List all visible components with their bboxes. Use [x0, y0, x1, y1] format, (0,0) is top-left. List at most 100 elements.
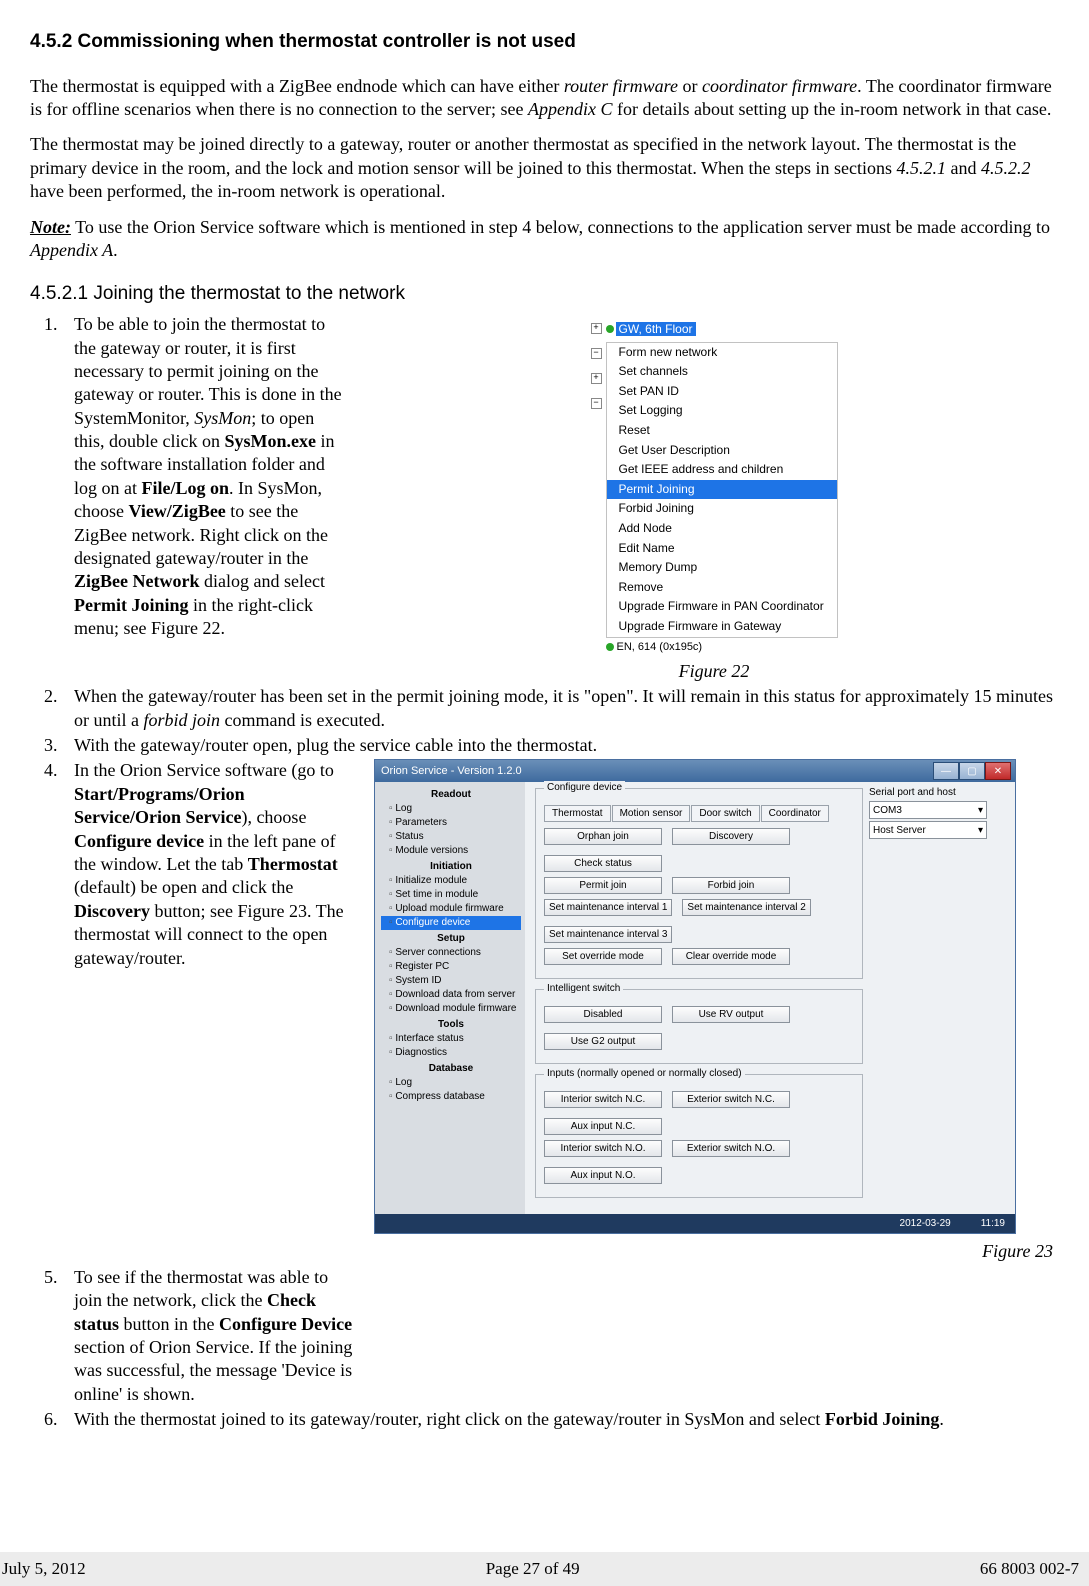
p1-mid: or [678, 76, 702, 96]
sidebar-item: Initialize module [381, 874, 521, 888]
sidebar-item: Server connections [381, 946, 521, 960]
s4-b4: Discovery [74, 901, 150, 921]
configure-device-group: Configure device ThermostatMotion sensor… [535, 788, 863, 979]
step-5-text: To see if the thermostat was able to joi… [74, 1266, 354, 1406]
figure-23: Orion Service - Version 1.2.0 — ▢ ✕ Read… [374, 759, 1016, 1234]
minimize-button: — [933, 762, 959, 780]
note-ital: Appendix A [30, 240, 113, 260]
step-2: When the gateway/router has been set in … [62, 685, 1059, 732]
p2-i1: 4.5.2.1 [897, 158, 947, 178]
footer-docid: 66 8003 002-7 [980, 1558, 1079, 1580]
ui-button: Set maintenance interval 3 [544, 926, 672, 943]
p1-a: The thermostat is equipped with a ZigBee… [30, 76, 564, 96]
s4-b1: Start/Programs/Orion Service/Orion Servi… [74, 784, 245, 827]
tab: Coordinator [761, 805, 829, 822]
window-titlebar: Orion Service - Version 1.2.0 — ▢ ✕ [375, 760, 1015, 782]
s6-b1: Forbid Joining [825, 1409, 940, 1429]
step-4-5-text: In the Orion Service software (go to Sta… [74, 759, 354, 970]
note-label: Note: [30, 217, 71, 237]
footer-page: Page 27 of 49 [486, 1558, 580, 1580]
host-value: Host Server [873, 824, 926, 837]
ui-button: Aux input N.O. [544, 1167, 662, 1184]
sidebar-group-title: Tools [381, 1018, 521, 1031]
sidebar-group-title: Database [381, 1062, 521, 1075]
context-menu-item: Upgrade Firmware in Gateway [607, 617, 837, 637]
step-6: With the thermostat joined to its gatewa… [62, 1408, 1059, 1431]
subsection-heading: 4.5.2.1 Joining the thermostat to the ne… [30, 282, 1059, 307]
ui-button: Disabled [544, 1006, 662, 1023]
serial-port-panel: Serial port and host COM3▾ Host Server▾ [869, 782, 1015, 1214]
ui-button: Orphan join [544, 828, 662, 845]
figure-23-caption: Figure 23 [374, 1240, 1053, 1263]
s2-i: forbid join [144, 710, 221, 730]
inputs-group: Inputs (normally opened or normally clos… [535, 1074, 863, 1198]
close-button: ✕ [985, 762, 1011, 780]
sidebar-item: Register PC [381, 960, 521, 974]
tree-child-label: EN, 614 (0x195c) [617, 640, 703, 654]
sidebar-item: Module versions [381, 844, 521, 858]
ui-button: Set maintenance interval 2 [682, 899, 810, 916]
p1-ital1: router firmware [564, 76, 678, 96]
tree-node-selected: GW, 6th Floor [616, 322, 696, 336]
paragraph-1: The thermostat is equipped with a ZigBee… [30, 75, 1059, 122]
paragraph-2: The thermostat may be joined directly to… [30, 133, 1059, 203]
s5-b: button in the [119, 1314, 219, 1334]
page-footer: July 5, 2012 Page 27 of 49 66 8003 002-7 [0, 1552, 1089, 1586]
tree-child-node: EN, 614 (0x195c) [606, 640, 838, 654]
ui-button: Check status [544, 855, 662, 872]
sidebar-item: Diagnostics [381, 1046, 521, 1060]
status-date: 2012-03-29 [900, 1217, 951, 1230]
context-menu-item: Set PAN ID [607, 382, 837, 402]
context-menu-item: Add Node [607, 519, 837, 539]
ui-button: Permit join [544, 877, 662, 894]
sidebar-item: System ID [381, 974, 521, 988]
s4-d: (default) be open and click the [74, 877, 293, 897]
s4-a: In the Orion Service software (go to [74, 760, 334, 780]
sidebar-item: Parameters [381, 816, 521, 830]
step-5: To see if the thermostat was able to joi… [62, 1266, 1059, 1406]
sidebar-item: Compress database [381, 1090, 521, 1104]
host-dropdown: Host Server ▾ [869, 821, 987, 839]
ui-button: Clear override mode [672, 948, 790, 965]
context-menu-item: Forbid Joining [607, 499, 837, 519]
com-value: COM3 [873, 804, 902, 817]
tab: Motion sensor [612, 805, 691, 822]
tree-collapse-icon: − [591, 398, 602, 409]
status-bar: 2012-03-29 11:19 [375, 1214, 1015, 1233]
ui-button: Exterior switch N.C. [672, 1091, 790, 1108]
figure-22-caption: Figure 22 [369, 660, 1059, 683]
s6-b: . [939, 1409, 944, 1429]
tree-collapse-icon: − [591, 348, 602, 359]
context-menu-item: Form new network [607, 343, 837, 363]
context-menu-item: Upgrade Firmware in PAN Coordinator [607, 597, 837, 617]
section-heading: 4.5.2 Commissioning when thermostat cont… [30, 30, 1059, 55]
sidebar-item: Interface status [381, 1032, 521, 1046]
window-title: Orion Service - Version 1.2.0 [381, 764, 522, 778]
tab: Door switch [691, 805, 759, 822]
ui-button: Set override mode [544, 948, 662, 965]
context-menu-item: Edit Name [607, 539, 837, 559]
p2-a: The thermostat may be joined directly to… [30, 134, 1016, 177]
chevron-down-icon: ▾ [978, 804, 983, 817]
com-port-dropdown: COM3 ▾ [869, 801, 987, 819]
sidebar-item: Set time in module [381, 888, 521, 902]
s6-a: With the thermostat joined to its gatewa… [74, 1409, 825, 1429]
note-b: . [113, 240, 118, 260]
p1-ital2: coordinator firmware [702, 76, 857, 96]
ui-button: Set maintenance interval 1 [544, 899, 672, 916]
sidebar-group-title: Initiation [381, 860, 521, 873]
context-menu: Form new networkSet channelsSet PAN IDSe… [606, 342, 838, 638]
context-menu-item: Get IEEE address and children [607, 460, 837, 480]
chevron-down-icon: ▾ [978, 824, 983, 837]
step-1: To be able to join the thermostat to the… [62, 313, 1059, 683]
context-menu-item: Remove [607, 578, 837, 598]
ui-button: Forbid join [672, 877, 790, 894]
s4-b: ), choose [241, 807, 306, 827]
sidebar-item: Download module firmware [381, 1002, 521, 1016]
tree-expand-icon: + [591, 373, 602, 384]
p2-i2: 4.5.2.2 [981, 158, 1031, 178]
s1-b2: File/Log on [142, 478, 230, 498]
s1-b1: SysMon.exe [224, 431, 316, 451]
sidebar-nav: ReadoutLogParametersStatusModule version… [375, 782, 525, 1214]
sidebar-item: Upload module firmware [381, 902, 521, 916]
